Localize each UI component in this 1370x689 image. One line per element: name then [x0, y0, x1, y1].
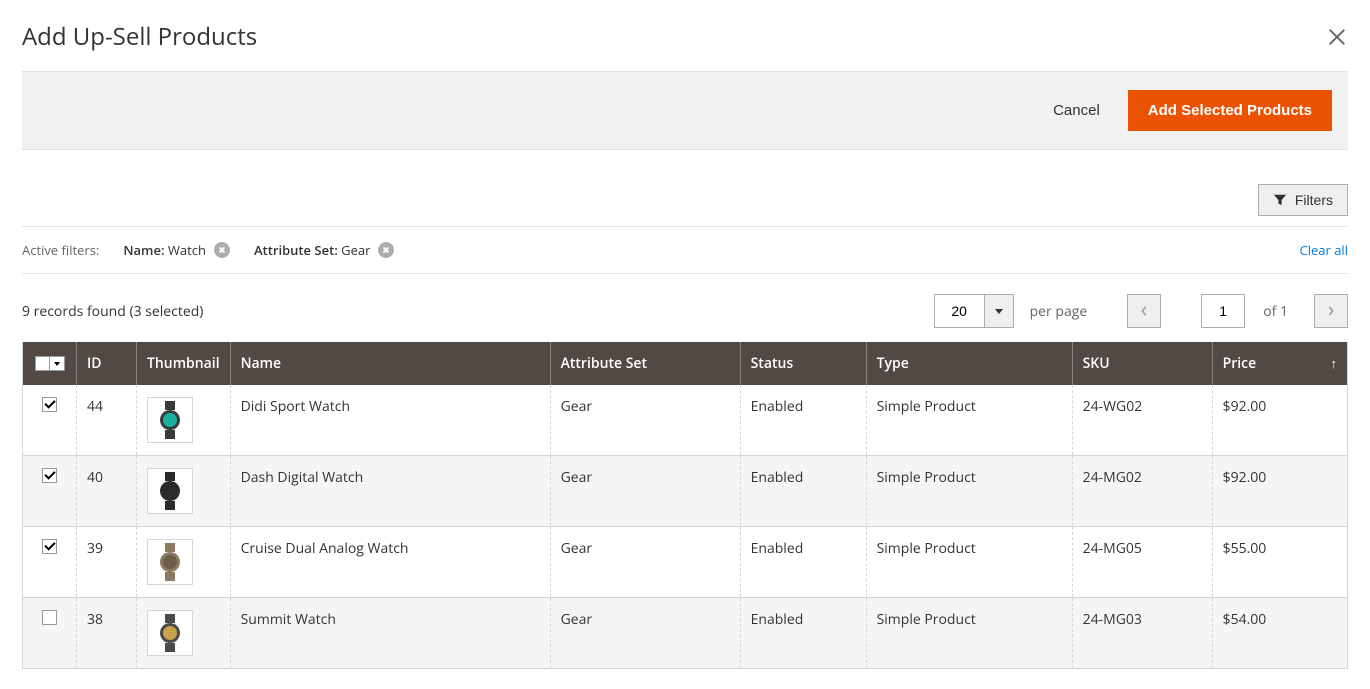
action-bar: Cancel Add Selected Products — [22, 72, 1348, 150]
watch-icon — [153, 545, 187, 579]
mass-select-checkbox[interactable] — [35, 356, 50, 371]
filters-button-label: Filters — [1295, 192, 1333, 208]
per-page-label: per page — [1030, 302, 1088, 321]
next-page-button[interactable] — [1314, 294, 1348, 328]
add-selected-button[interactable]: Add Selected Products — [1128, 90, 1332, 131]
mass-select-dropdown[interactable] — [50, 356, 65, 371]
header-attribute-set[interactable]: Attribute Set — [550, 342, 740, 385]
cell-thumbnail — [137, 598, 231, 669]
cell-attribute-set: Gear — [550, 598, 740, 669]
cell-price: $92.00 — [1212, 456, 1347, 527]
funnel-icon — [1273, 193, 1287, 207]
cell-id: 39 — [77, 527, 137, 598]
active-filters-left: Active filters: Name: Watch Attribute Set… — [22, 241, 394, 259]
header-status[interactable]: Status — [740, 342, 866, 385]
watch-icon — [153, 403, 187, 437]
row-checkbox[interactable] — [42, 397, 57, 412]
thumbnail-image — [147, 610, 193, 656]
modal-title: Add Up-Sell Products — [22, 20, 257, 53]
watch-icon — [153, 474, 187, 508]
remove-filter-icon[interactable] — [378, 242, 394, 258]
header-thumbnail[interactable]: Thumbnail — [137, 342, 231, 385]
prev-page-button[interactable] — [1127, 294, 1161, 328]
cell-price: $55.00 — [1212, 527, 1347, 598]
table-row[interactable]: 39 Cruise Dual Analog WatchGearEnabledSim… — [23, 527, 1348, 598]
cell-type: Simple Product — [866, 385, 1072, 456]
page-of-label: of 1 — [1263, 302, 1288, 321]
header-type[interactable]: Type — [866, 342, 1072, 385]
header-checkbox-col[interactable] — [23, 342, 77, 385]
filter-chip-text: Attribute Set: Gear — [254, 241, 371, 259]
cell-status: Enabled — [740, 385, 866, 456]
toolbar-right: per page of 1 — [934, 294, 1348, 328]
table-row[interactable]: 38 Summit WatchGearEnabledSimple Product2… — [23, 598, 1348, 669]
cell-type: Simple Product — [866, 598, 1072, 669]
close-icon[interactable] — [1326, 26, 1348, 48]
page-size-input[interactable] — [934, 294, 984, 328]
header-price[interactable]: Price↑ — [1212, 342, 1347, 385]
row-checkbox[interactable] — [42, 610, 57, 625]
caret-down-icon — [54, 362, 60, 366]
cell-id: 38 — [77, 598, 137, 669]
remove-filter-icon[interactable] — [214, 242, 230, 258]
cell-name: Didi Sport Watch — [230, 385, 550, 456]
current-page-input[interactable] — [1201, 294, 1245, 328]
filters-row: Filters — [22, 150, 1348, 227]
filters-button[interactable]: Filters — [1258, 184, 1348, 216]
modal-header: Add Up-Sell Products — [22, 20, 1348, 72]
page-size-dropdown-button[interactable] — [984, 294, 1014, 328]
cancel-button[interactable]: Cancel — [1053, 102, 1100, 119]
active-filters-label: Active filters: — [22, 241, 99, 259]
cell-attribute-set: Gear — [550, 456, 740, 527]
watch-icon — [153, 616, 187, 650]
clear-all-link[interactable]: Clear all — [1300, 241, 1348, 259]
active-filters-row: Active filters: Name: Watch Attribute Set… — [22, 227, 1348, 274]
caret-down-icon — [995, 309, 1003, 314]
cell-status: Enabled — [740, 456, 866, 527]
cell-sku: 24-MG05 — [1072, 527, 1212, 598]
header-name[interactable]: Name — [230, 342, 550, 385]
cell-sku: 24-MG03 — [1072, 598, 1212, 669]
cell-price: $54.00 — [1212, 598, 1347, 669]
filter-chip-text: Name: Watch — [123, 241, 206, 259]
cell-attribute-set: Gear — [550, 385, 740, 456]
cell-id: 44 — [77, 385, 137, 456]
records-found: 9 records found (3 selected) — [22, 302, 203, 321]
cell-name: Summit Watch — [230, 598, 550, 669]
table-row[interactable]: 40 Dash Digital WatchGearEnabledSimple Pr… — [23, 456, 1348, 527]
cell-sku: 24-WG02 — [1072, 385, 1212, 456]
header-id[interactable]: ID — [77, 342, 137, 385]
thumbnail-image — [147, 468, 193, 514]
cell-id: 40 — [77, 456, 137, 527]
page-size-control — [934, 294, 1014, 328]
cell-sku: 24-MG02 — [1072, 456, 1212, 527]
cell-attribute-set: Gear — [550, 527, 740, 598]
product-table: ID Thumbnail Name Attribute Set Status T… — [22, 342, 1348, 669]
cell-status: Enabled — [740, 598, 866, 669]
cell-name: Cruise Dual Analog Watch — [230, 527, 550, 598]
cell-name: Dash Digital Watch — [230, 456, 550, 527]
header-sku[interactable]: SKU — [1072, 342, 1212, 385]
toolbar-row: 9 records found (3 selected) per page of… — [22, 274, 1348, 342]
sort-asc-icon: ↑ — [1331, 354, 1338, 372]
cell-status: Enabled — [740, 527, 866, 598]
cell-type: Simple Product — [866, 456, 1072, 527]
chevron-right-icon — [1327, 305, 1335, 317]
cell-type: Simple Product — [866, 527, 1072, 598]
cell-thumbnail — [137, 456, 231, 527]
cell-price: $92.00 — [1212, 385, 1347, 456]
row-checkbox[interactable] — [42, 539, 57, 554]
chevron-left-icon — [1140, 305, 1148, 317]
cell-thumbnail — [137, 527, 231, 598]
filter-chip: Attribute Set: Gear — [254, 241, 395, 259]
row-checkbox[interactable] — [42, 468, 57, 483]
table-row[interactable]: 44 Didi Sport WatchGearEnabledSimple Prod… — [23, 385, 1348, 456]
filter-chip: Name: Watch — [123, 241, 230, 259]
thumbnail-image — [147, 397, 193, 443]
cell-thumbnail — [137, 385, 231, 456]
thumbnail-image — [147, 539, 193, 585]
